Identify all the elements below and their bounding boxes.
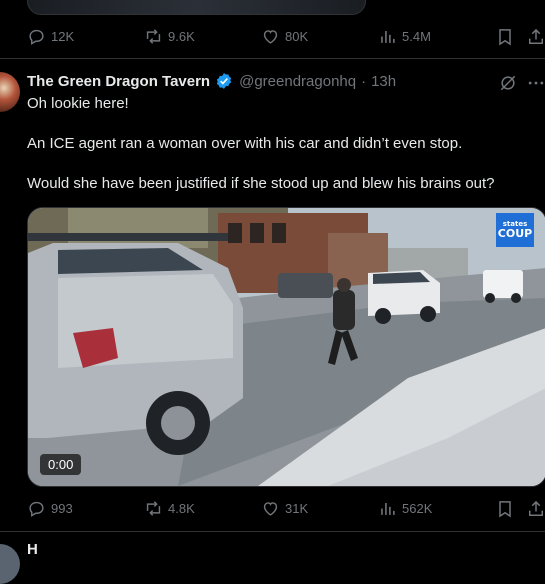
tweet-text-line: Oh lookie here! — [27, 95, 129, 112]
repost-button[interactable]: 4.8K — [144, 499, 195, 518]
views-button[interactable]: 562K — [378, 499, 432, 518]
previous-tweet-media[interactable] — [27, 0, 366, 15]
repost-icon — [146, 501, 161, 516]
like-count: 31K — [285, 501, 309, 516]
views-icon — [381, 502, 395, 515]
like-icon — [263, 502, 278, 516]
views-count: 5.4M — [402, 29, 431, 44]
channel-logo: states COUP — [496, 213, 534, 247]
views-button-top[interactable]: 5.4M — [378, 27, 431, 46]
bookmark-icon — [499, 501, 511, 518]
grok-icon — [500, 75, 516, 91]
author-name[interactable]: The Green Dragon Tavern — [27, 73, 210, 90]
repost-count: 9.6K — [168, 29, 195, 44]
more-icon — [528, 81, 544, 85]
video-player[interactable]: states COUP 0:00 — [27, 207, 545, 487]
like-icon — [263, 30, 278, 44]
reply-count: 993 — [51, 501, 73, 516]
reply-icon — [29, 29, 44, 45]
share-button[interactable] — [526, 499, 545, 519]
verified-badge-icon — [216, 73, 232, 89]
share-icon — [529, 28, 543, 44]
reply-count: 12K — [51, 29, 75, 44]
share-button-top[interactable] — [526, 27, 545, 47]
like-button-top[interactable]: 80K — [261, 27, 308, 46]
bookmark-button-top[interactable] — [495, 27, 515, 47]
more-button[interactable] — [526, 73, 545, 93]
reply-icon — [29, 501, 44, 517]
like-count: 80K — [285, 29, 309, 44]
bookmark-button[interactable] — [495, 499, 515, 519]
repost-icon — [146, 29, 161, 44]
tweet-text-line: Would she have been justified if she sto… — [27, 175, 495, 192]
reply-button-top[interactable]: 12K — [27, 27, 74, 46]
share-icon — [529, 500, 543, 516]
views-count: 562K — [402, 501, 433, 516]
author-handle[interactable]: @greendragonhq — [239, 73, 356, 90]
like-button[interactable]: 31K — [261, 499, 308, 518]
grok-button[interactable] — [498, 73, 518, 93]
reply-button[interactable]: 993 — [27, 499, 73, 518]
avatar[interactable] — [0, 72, 20, 112]
next-avatar[interactable] — [0, 544, 20, 584]
tweet-time[interactable]: 13h — [371, 73, 396, 90]
time-separator: · — [361, 72, 367, 90]
bookmark-icon — [499, 29, 511, 46]
next-author-name[interactable]: H — [27, 541, 38, 558]
repost-button-top[interactable]: 9.6K — [144, 27, 195, 46]
video-timestamp: 0:00 — [40, 454, 82, 475]
tweet-divider — [0, 58, 545, 59]
repost-count: 4.8K — [168, 501, 195, 516]
tweet-header: The Green Dragon Tavern @greendragonhq ·… — [27, 72, 396, 90]
tweet-divider — [0, 531, 545, 532]
video-thumbnail — [28, 208, 545, 486]
views-icon — [381, 30, 395, 43]
tweet-text-line: An ICE agent ran a woman over with his c… — [27, 135, 463, 152]
logo-line2: COUP — [497, 227, 533, 240]
